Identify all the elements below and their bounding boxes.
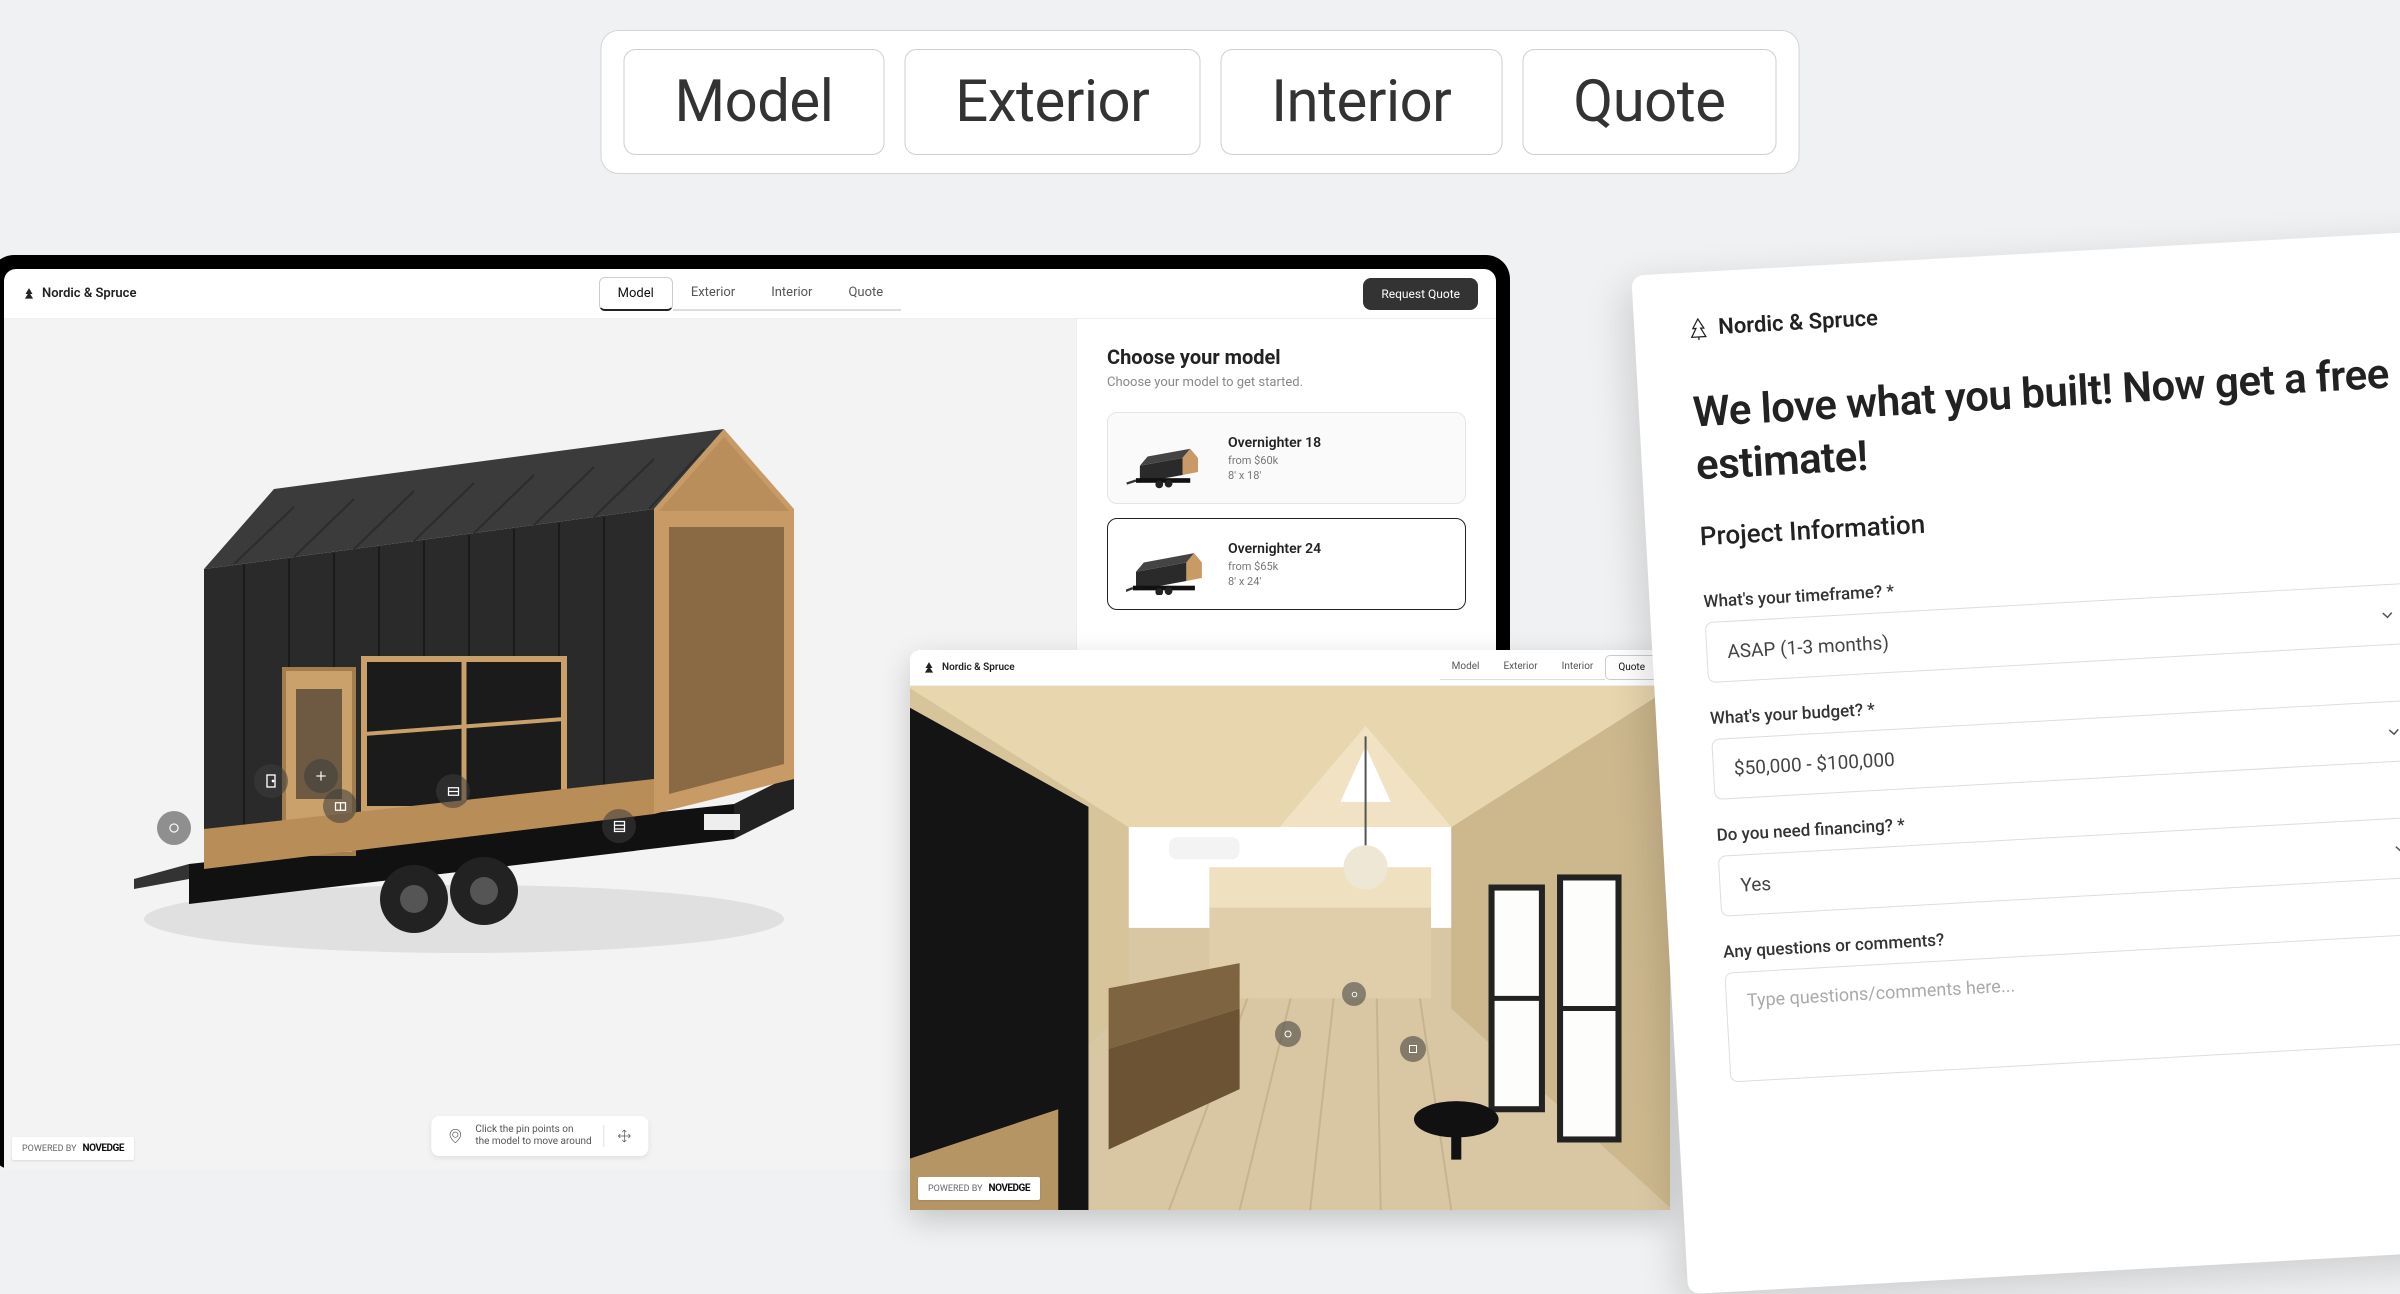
laptop-tab-quote[interactable]: Quote [1605,655,1658,680]
financing-value: Yes [1740,872,1772,897]
request-quote-button[interactable]: Request Quote [1363,278,1478,310]
model-name: Overnighter 18 [1228,435,1321,451]
laptop-appbar: Nordic & Spruce Model Exterior Interior … [910,650,1670,686]
desktop-tab-exterior[interactable]: Exterior [673,277,753,311]
desktop-appbar: Nordic & Spruce Model Exterior Interior … [4,269,1496,319]
model-dims: 8' x 24' [1228,575,1321,588]
desktop-tab-interior[interactable]: Interior [753,277,830,311]
chevron-down-icon [2384,722,2400,741]
model-name: Overnighter 24 [1228,541,1321,557]
powered-by-badge: POWERED BY NOVEDGE [12,1137,134,1160]
siding-hotspot[interactable] [602,809,636,843]
timeframe-value: ASAP (1-3 months) [1727,631,1890,663]
tree-icon [22,287,36,301]
model-price: from $60k [1228,454,1321,467]
interior-viewer[interactable]: POWERED BY NOVEDGE [910,686,1670,1210]
tab-model[interactable]: Model [624,49,885,155]
model-price: from $65k [1228,560,1321,573]
choose-subtitle: Choose your model to get started. [1107,375,1466,390]
model-thumb-icon [1126,533,1208,595]
interior-hotspot-center[interactable] [1275,1021,1301,1047]
brand-mark: Nordic & Spruce [922,661,1015,675]
tiny-house-model [94,359,814,1019]
chevron-down-icon [2378,605,2397,624]
window-left-hotspot[interactable] [304,759,338,793]
chevron-down-icon [2391,839,2400,858]
interior-hotspot-back[interactable] [1342,982,1366,1006]
brand-text: Nordic & Spruce [942,662,1015,673]
tab-interior[interactable]: Interior [1220,49,1502,155]
tab-exterior[interactable]: Exterior [904,49,1200,155]
window-center-hotspot[interactable] [323,789,357,823]
brand-mark: Nordic & Spruce [22,286,136,301]
interior-hotspot-right[interactable] [1400,1036,1426,1062]
move-icon [617,1128,633,1144]
tree-icon [922,661,936,675]
laptop-tab-interior[interactable]: Interior [1550,655,1606,680]
window-right-hotspot[interactable] [436,774,470,808]
quote-section-title: Project Information [1699,483,2400,553]
model-thumb-icon [1126,427,1208,489]
model-dims: 8' x 18' [1228,469,1321,482]
laptop-tab-model[interactable]: Model [1440,655,1492,680]
model-card-overnighter-24[interactable]: Overnighter 24 from $65k 8' x 24' [1107,518,1466,610]
laptop-tab-exterior[interactable]: Exterior [1491,655,1549,680]
brand-text: Nordic & Spruce [1718,306,1879,340]
laptop-device-frame: Nordic & Spruce Model Exterior Interior … [910,650,1670,1210]
divider [604,1125,605,1147]
viewer-hint: Click the pin points on the model to mov… [431,1116,648,1156]
interior-render [910,686,1670,1210]
budget-value: $50,000 - $100,000 [1733,748,1895,780]
choose-title: Choose your model [1107,345,1466,369]
powered-by-badge: POWERED BY NOVEDGE [918,1177,1040,1200]
laptop-tabs: Model Exterior Interior Quote [1440,655,1658,680]
tab-quote[interactable]: Quote [1522,49,1776,155]
desktop-tab-model[interactable]: Model [599,277,673,311]
door-hotspot[interactable] [254,764,288,798]
powered-brand: NOVEDGE [83,1143,124,1154]
pin-icon [447,1128,463,1144]
model-card-overnighter-18[interactable]: Overnighter 18 from $60k 8' x 18' [1107,412,1466,504]
desktop-tab-quote[interactable]: Quote [830,277,901,311]
powered-prefix: POWERED BY [928,1184,983,1194]
powered-brand: NOVEDGE [989,1183,1030,1194]
brand-mark: Nordic & Spruce [1688,277,2400,342]
top-tabbar: Model Exterior Interior Quote [601,30,1800,174]
tree-icon [1688,317,1709,340]
trailer-hotspot[interactable] [157,811,191,845]
quote-headline: We love what you built! Now get a free e… [1692,348,2400,493]
hint-text: Click the pin points on the model to mov… [475,1124,591,1148]
quote-form-card: Nordic & Spruce We love what you built! … [1631,230,2400,1294]
powered-prefix: POWERED BY [22,1144,77,1154]
desktop-tabs: Model Exterior Interior Quote [599,277,901,311]
brand-text: Nordic & Spruce [42,286,136,301]
